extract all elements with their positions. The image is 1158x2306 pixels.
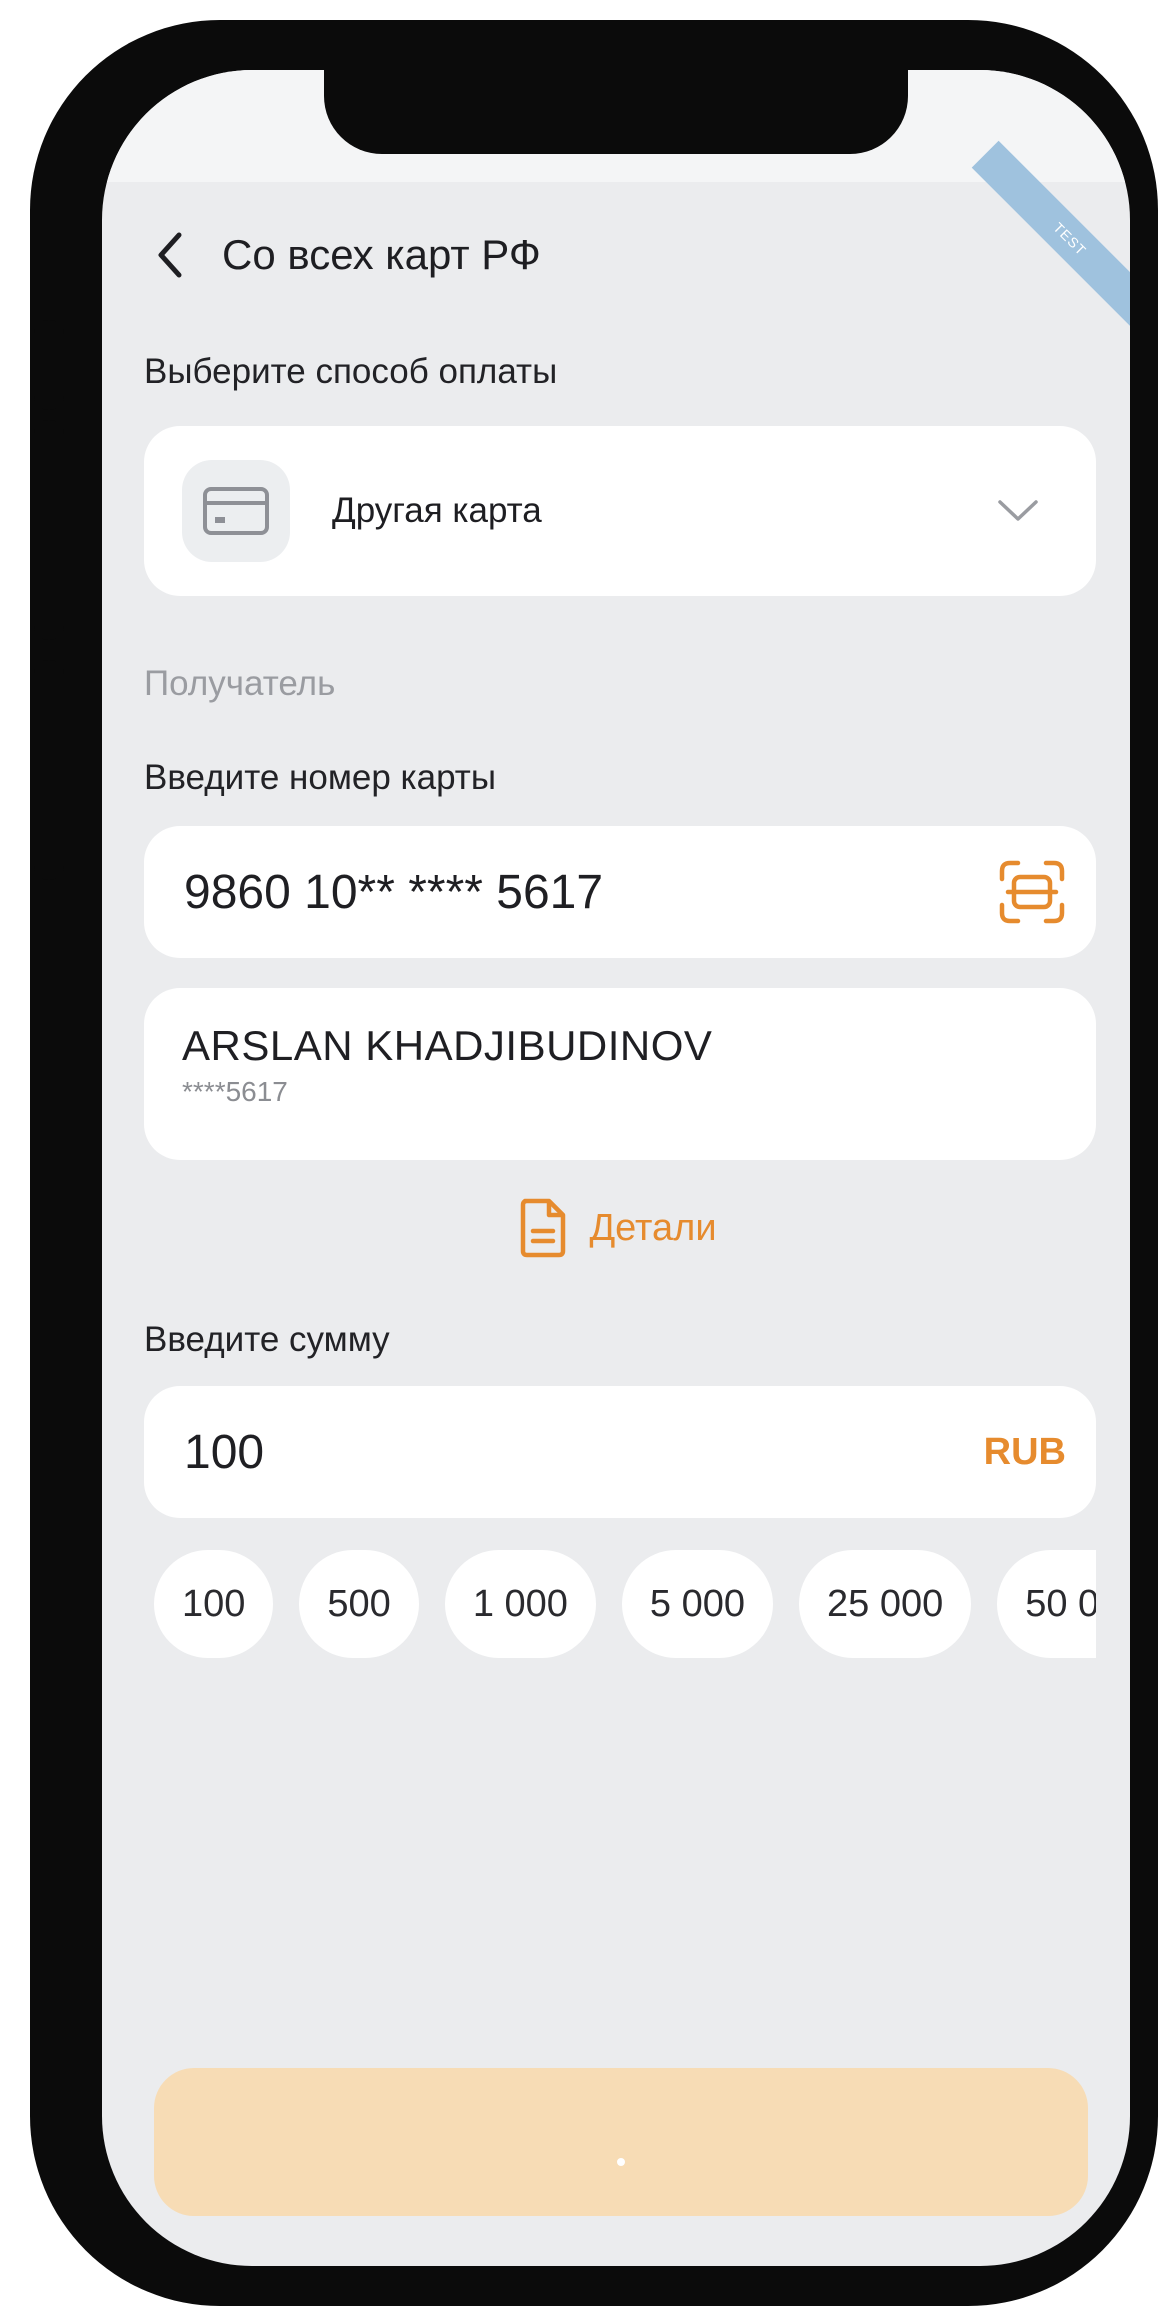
- recipient-section-label: Получатель: [144, 664, 336, 703]
- chevron-down-icon: [996, 496, 1040, 526]
- card-number-input[interactable]: [182, 863, 994, 921]
- page-header: Со всех карт РФ: [148, 210, 541, 300]
- amount-label: Введите сумму: [144, 1320, 390, 1359]
- quick-amount-chips: 100 500 1 000 5 000 25 000 50 000: [154, 1550, 1096, 1658]
- quick-amount-chip[interactable]: 50 000: [997, 1550, 1096, 1658]
- recipient-masked-card: ****5617: [182, 1076, 288, 1107]
- payment-method-label: Выберите способ оплаты: [144, 352, 558, 391]
- app-screen: TEST Со всех карт РФ Выберите способ опл…: [102, 70, 1130, 2266]
- volume-down-button: [34, 660, 64, 880]
- submit-button[interactable]: [154, 2068, 1088, 2216]
- card-number-label: Введите номер карты: [144, 758, 496, 797]
- quick-amount-chip[interactable]: 1 000: [444, 1550, 596, 1658]
- back-arrow-icon[interactable]: [148, 225, 192, 285]
- quick-amount-chip[interactable]: 5 000: [621, 1550, 773, 1658]
- volume-up-button: [34, 420, 64, 640]
- document-icon: [515, 1195, 571, 1261]
- quick-amount-chip[interactable]: 25 000: [799, 1550, 972, 1658]
- recipient-name: ARSLAN KHADJIBUDINOV: [182, 1022, 713, 1069]
- details-label: Детали: [589, 1206, 717, 1249]
- currency-label: RUB: [983, 1430, 1066, 1473]
- recipient-card: ARSLAN KHADJIBUDINOV ****5617: [144, 988, 1096, 1160]
- loading-indicator: [617, 2158, 625, 2166]
- page-title: Со всех карт РФ: [222, 231, 541, 278]
- credit-card-icon: [182, 460, 290, 562]
- quick-amount-chip[interactable]: 100: [154, 1550, 274, 1658]
- payment-method-value: Другая карта: [332, 491, 542, 530]
- quick-amount-chip[interactable]: 500: [299, 1550, 419, 1658]
- camera-notch: [324, 70, 908, 154]
- amount-field[interactable]: RUB: [144, 1386, 1096, 1518]
- payment-method-select[interactable]: Другая карта: [144, 426, 1096, 596]
- scan-card-icon[interactable]: [994, 854, 1070, 930]
- silent-switch: [34, 320, 64, 410]
- details-button[interactable]: Детали: [102, 1190, 1130, 1266]
- amount-input[interactable]: [182, 1423, 984, 1481]
- card-number-field[interactable]: [144, 826, 1096, 958]
